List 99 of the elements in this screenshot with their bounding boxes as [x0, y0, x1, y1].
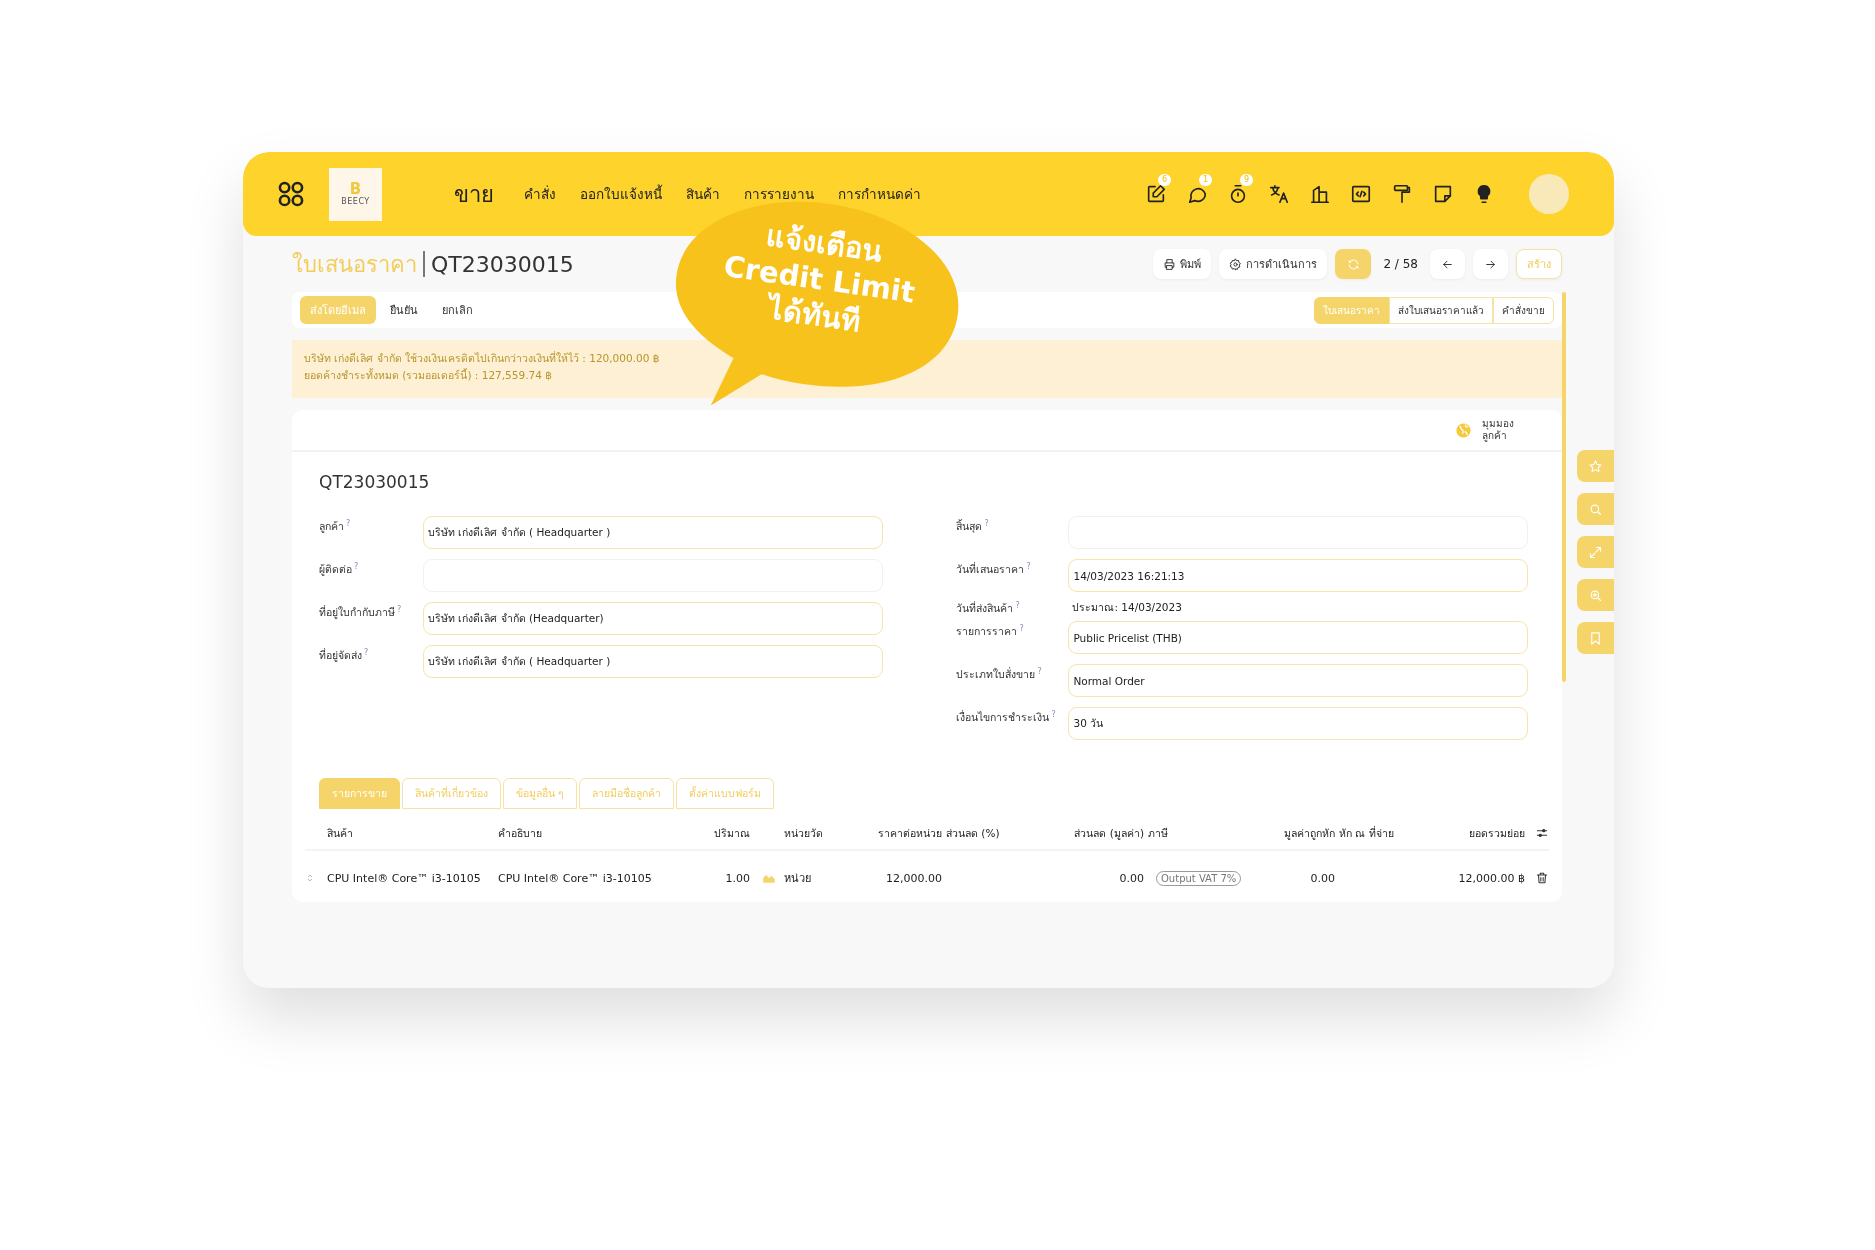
app-title: ขาย	[454, 180, 494, 209]
side-tool-button[interactable]	[1577, 493, 1614, 525]
help-mark[interactable]: ?	[1019, 623, 1024, 633]
column-header: ปริมาณ	[713, 825, 751, 841]
side-tool-button[interactable]	[1577, 450, 1614, 482]
customer-preview-button[interactable]: มุมมอง ลูกค้า	[1455, 418, 1522, 442]
column-header: มูลค่าถูกหัก	[1283, 825, 1336, 842]
pager-count: 2 / 58	[1383, 257, 1418, 271]
building-icon[interactable]	[1309, 183, 1331, 205]
logo-name: BEECY	[341, 197, 370, 206]
star-icon	[1588, 458, 1603, 474]
input-field[interactable]: บริษัท เก่งดีเลิศ จำกัด ( Headquarter )	[423, 645, 883, 678]
logo-mark: B	[349, 182, 362, 197]
help-mark[interactable]: ?	[354, 561, 359, 571]
paint-roller-icon[interactable]	[1391, 183, 1413, 205]
field-label: ผู้ติดต่อ	[319, 563, 352, 575]
menu-item[interactable]: สินค้า	[686, 183, 720, 205]
field-value: ประมาณ: 14/03/2023	[1071, 600, 1182, 615]
help-mark[interactable]: ?	[1015, 600, 1020, 610]
input-field[interactable]: Normal Order	[1068, 664, 1529, 697]
warning-text: บริษัท เก่งดีเลิศ จำกัด ใช้วงเงินเครดิตไปเกินกว่าวงเงินที่ให้ไว้ : 120,000.00 ฿	[304, 350, 661, 366]
count-badge: 1	[1199, 174, 1213, 186]
translate-icon[interactable]	[1268, 183, 1290, 205]
side-tool-button[interactable]	[1577, 579, 1614, 611]
settings-icon	[1229, 257, 1243, 271]
help-mark[interactable]: ?	[1026, 561, 1031, 571]
column-header: ส่วนลด (%)	[945, 825, 1001, 841]
count-badge: 6	[1158, 174, 1172, 186]
help-mark[interactable]: ?	[1051, 709, 1056, 719]
field-label: วันที่ส่งสินค้า	[956, 602, 1014, 614]
stage-tab[interactable]: ส่งใบเสนอราคาแล้ว	[1389, 296, 1493, 324]
menu-item[interactable]: การรายงาน	[744, 183, 814, 205]
previous-button[interactable]	[1430, 249, 1465, 279]
warning-text: ยอดค้างชำระทั้งหมด (รวมออเดอร์นี้) : 127,559.74 ฿	[304, 367, 553, 383]
stage-tab[interactable]: คำสั่งขาย	[1493, 296, 1554, 324]
field-label: ที่อยู่จัดส่ง	[319, 649, 362, 661]
globe-icon	[1455, 421, 1472, 439]
field-label: วันที่เสนอราคา	[956, 563, 1025, 575]
pencil-square-icon[interactable]	[1145, 183, 1167, 205]
table-cell-text: 0.00	[1118, 871, 1145, 885]
bookmark-icon	[1588, 630, 1603, 646]
input-field[interactable]: บริษัท เก่งดีเลิศ จำกัด (Headquarter)	[423, 602, 883, 635]
table-cell-text: CPU Intel® Core™ i3-10105	[497, 871, 653, 885]
printer-icon	[1163, 257, 1177, 271]
table-cell-text: 12,000.00	[885, 871, 943, 885]
document-title: QT23030015	[319, 472, 431, 492]
menu-item[interactable]: คำสั่ง	[524, 183, 556, 205]
status-button[interactable]: ยืนยัน	[380, 296, 428, 324]
refresh-icon	[1346, 257, 1360, 271]
table-cell-text: 12,000.00 ฿	[1457, 871, 1526, 885]
field-label: ที่อยู่ใบกำกับภาษี	[319, 606, 395, 618]
table-cell-text: 1.00	[724, 871, 751, 885]
column-header: ส่วนลด (มูลค่า)	[1073, 825, 1145, 842]
field-label: ลูกค้า	[319, 520, 344, 532]
code-window-icon[interactable]	[1350, 183, 1372, 205]
table-cell-text: 0.00	[1309, 871, 1336, 885]
help-mark[interactable]: ?	[397, 604, 402, 614]
column-header: สินค้า	[326, 825, 354, 841]
column-header: ภาษี	[1147, 825, 1169, 841]
help-mark[interactable]: ?	[984, 518, 989, 528]
column-header: หน่วยวัด	[783, 825, 824, 841]
callout-text: แจ้งเตือน Credit Limit ได้ทันที	[720, 217, 918, 341]
table-cell-text: หน่วย	[783, 871, 812, 887]
scrollbar[interactable]	[1562, 292, 1566, 682]
column-header: หัก ณ ที่จ่าย	[1338, 825, 1395, 841]
user-avatar[interactable]	[1529, 174, 1569, 214]
expand-icon	[1588, 544, 1603, 560]
help-mark[interactable]: ?	[364, 647, 369, 657]
trash-icon[interactable]	[1535, 871, 1549, 885]
drag-handle-icon[interactable]	[305, 873, 315, 883]
sliders-icon[interactable]	[1535, 826, 1549, 840]
menu-item[interactable]: ออกใบแจ้งหนี้	[580, 183, 662, 205]
status-button[interactable]: ยกเลิก	[432, 296, 483, 324]
column-header: คำอธิบาย	[497, 825, 543, 841]
input-field[interactable]: บริษัท เก่งดีเลิศ จำกัด ( Headquarter )	[423, 516, 883, 549]
help-mark[interactable]: ?	[1037, 666, 1042, 676]
breadcrumb-divider	[423, 251, 425, 277]
input-field[interactable]: 30 วัน	[1068, 707, 1529, 740]
refresh-button[interactable]	[1335, 249, 1372, 279]
app-grid-icon[interactable]	[277, 180, 305, 208]
side-tool-button[interactable]	[1577, 536, 1614, 568]
side-tool-button[interactable]	[1577, 622, 1614, 654]
help-mark[interactable]: ?	[346, 518, 351, 528]
print-button[interactable]: พิมพ์	[1153, 249, 1212, 279]
next-button[interactable]	[1473, 249, 1508, 279]
field-label: สิ้นสุด	[956, 520, 983, 532]
field-label: ประเภทใบสั่งขาย	[956, 668, 1036, 680]
field-label: เงื่อนไขการชำระเงิน	[956, 711, 1050, 723]
table-cell-text: CPU Intel® Core™ i3-10105	[326, 871, 482, 885]
count-badge: 9	[1240, 174, 1254, 186]
column-header: ยอดรวมย่อย	[1468, 825, 1526, 841]
actions-button[interactable]: การดำเนินการ	[1219, 249, 1328, 279]
sticky-note-icon[interactable]	[1432, 183, 1454, 205]
column-header: ราคาต่อหน่วย	[877, 825, 943, 841]
field-label: รายการราคา	[956, 625, 1018, 637]
input-field[interactable]: Public Pricelist (THB)	[1068, 621, 1529, 654]
record-title: QT23030015	[431, 251, 574, 277]
input-field[interactable]: 14/03/2023 16:21:13	[1068, 559, 1529, 592]
menu-item[interactable]: การกำหนดค่า	[838, 183, 921, 205]
